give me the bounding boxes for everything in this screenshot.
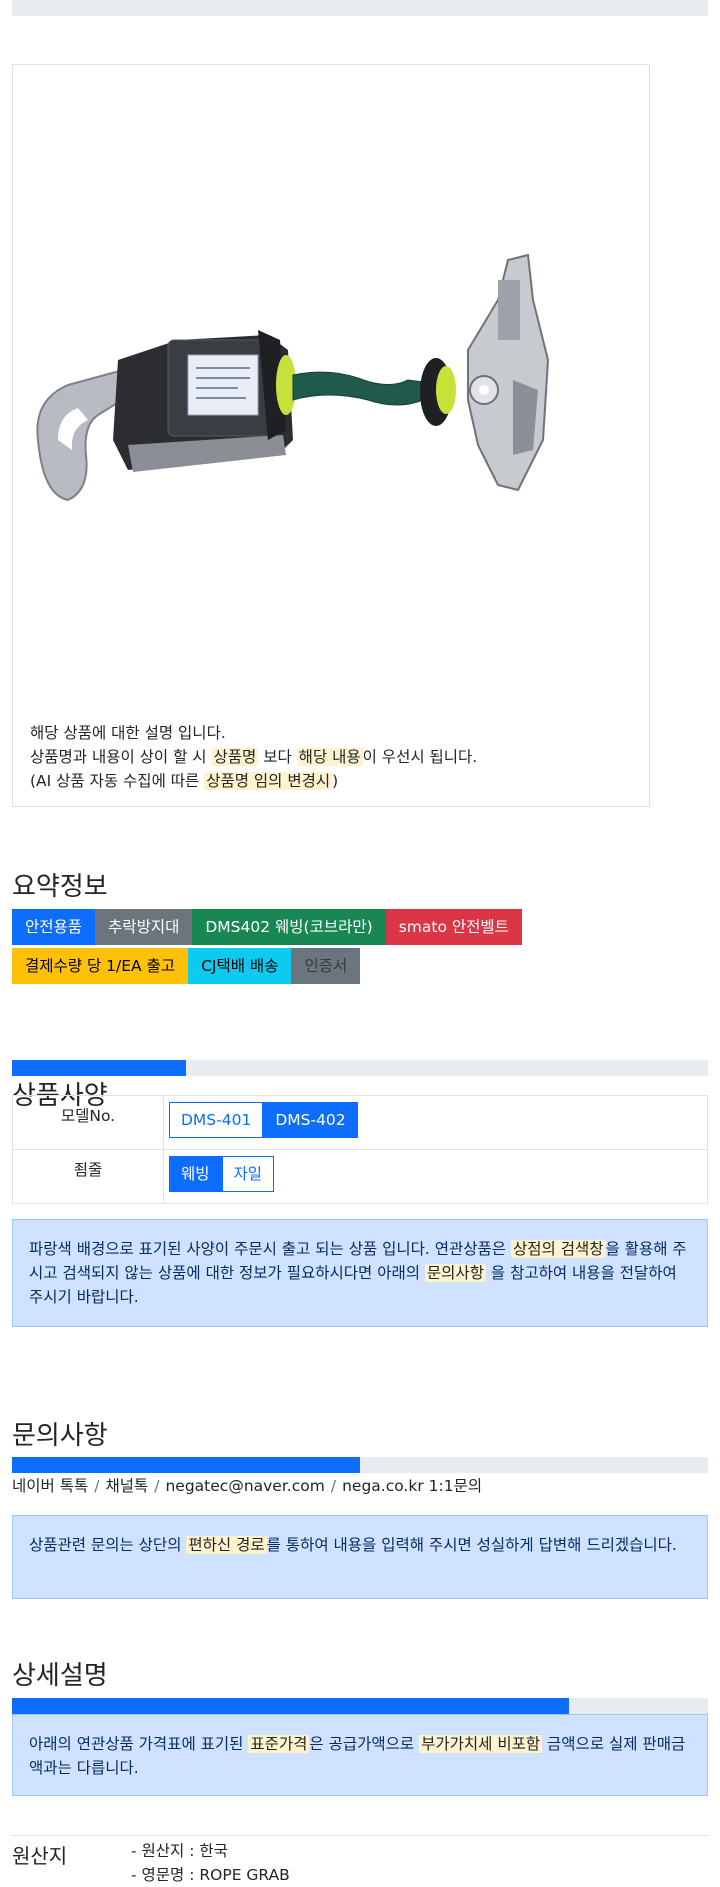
spec-table: 모델No. DMS-401 DMS-402 죔줄 웨빙 자일 — [12, 1095, 708, 1204]
detail-title: 상세설명 — [12, 1661, 108, 1691]
detail-progress-bar — [12, 1698, 708, 1714]
origin-english-name: - 영문명 : ROPE GRAB — [131, 1866, 290, 1884]
spec-progress-fill — [12, 1060, 186, 1076]
badge-model[interactable]: DMS402 웨빙(코브라만) — [192, 909, 386, 945]
option-webbing[interactable]: 웨빙 — [169, 1156, 222, 1192]
inquiry-progress-fill — [12, 1457, 360, 1473]
badge-category[interactable]: 안전용품 — [12, 909, 96, 945]
separator: / — [94, 1477, 100, 1495]
badge-brand[interactable]: smato 안전벨트 — [385, 909, 522, 945]
highlight-preferred-route: 편하신 경로 — [186, 1536, 267, 1554]
highlight-product-name: 상품명 — [211, 748, 259, 766]
highlight-inquiry: 문의사항 — [424, 1264, 486, 1282]
detail-progress-fill — [12, 1698, 569, 1714]
detail-notice: 아래의 연관상품 가격표에 표기된 표준가격 은 공급가액으로 부가가치세 비포함… — [12, 1714, 708, 1796]
inquiry-progress-bar — [12, 1457, 708, 1473]
badge-shipping-qty: 결제수량 당 1/EA 출고 — [12, 948, 189, 984]
summary-badges-row-1: 안전용품 추락방지대 DMS402 웨빙(코브라만) smato 안전벨트 — [12, 909, 522, 945]
separator: / — [154, 1477, 160, 1495]
highlight-content: 해당 내용 — [296, 748, 363, 766]
link-naver-talk[interactable]: 네이버 톡톡 — [12, 1477, 88, 1495]
summary-badges-row-2: 결제수량 당 1/EA 출고 CJ택배 배송 인증서 — [12, 948, 361, 984]
origin-section: 원산지 - 원산지 : 한국 - 영문명 : ROPE GRAB — [12, 1835, 708, 1884]
link-one-to-one[interactable]: nega.co.kr 1:1문의 — [342, 1477, 482, 1495]
product-photo — [36, 253, 550, 502]
inquiry-notice: 상품관련 문의는 상단의 편하신 경로 를 통하여 내용을 입력해 주시면 성실하… — [12, 1515, 708, 1599]
badge-certificate[interactable]: 인증서 — [291, 948, 361, 984]
link-email[interactable]: negatec@naver.com — [165, 1477, 324, 1495]
spec-row-lanyard: 죔줄 웨빙 자일 — [12, 1149, 708, 1204]
inquiry-links: 네이버 톡톡 / 채널톡 / negatec@naver.com / nega.co.kr … — [12, 1474, 482, 1496]
option-rope[interactable]: 자일 — [221, 1156, 275, 1192]
origin-values: - 원산지 : 한국 - 영문명 : ROPE GRAB — [131, 1839, 290, 1887]
summary-title: 요약정보 — [12, 872, 108, 902]
origin-label: 원산지 — [12, 1844, 68, 1868]
description-line-2: 상품명과 내용이 상이 할 시 상품명 보다 해당 내용 이 우선시 됩니다. — [30, 748, 478, 766]
product-image-card: 해당 상품에 대한 설명 입니다. 상품명과 내용이 상이 할 시 상품명 보다… — [12, 64, 650, 807]
spec-progress-bar — [12, 1060, 708, 1076]
highlight-name-change: 상품명 임의 변경시 — [204, 772, 333, 790]
highlight-search-box: 상점의 검색창 — [511, 1240, 606, 1258]
badge-delivery: CJ택배 배송 — [188, 948, 292, 984]
inquiry-title: 문의사항 — [12, 1421, 108, 1451]
description-line-1: 해당 상품에 대한 설명 입니다. — [30, 724, 226, 742]
spec-header-lanyard: 죔줄 — [12, 1149, 164, 1204]
description-line-3: (AI 상품 자동 수집에 따른 상품명 임의 변경시) — [30, 772, 339, 790]
badge-subcategory[interactable]: 추락방지대 — [95, 909, 193, 945]
option-dms-402[interactable]: DMS-402 — [263, 1102, 358, 1138]
origin-country: - 원산지 : 한국 — [131, 1842, 228, 1860]
separator: / — [330, 1477, 337, 1495]
spec-row-model: 모델No. DMS-401 DMS-402 — [12, 1095, 708, 1150]
link-channel-talk[interactable]: 채널톡 — [105, 1477, 148, 1495]
spec-notice: 파랑색 배경으로 표기된 사양이 주문시 출고 되는 상품 입니다. 연관상품은… — [12, 1219, 708, 1327]
top-divider-bar — [12, 0, 708, 16]
product-description: 해당 상품에 대한 설명 입니다. 상품명과 내용이 상이 할 시 상품명 보다… — [30, 721, 477, 793]
option-dms-401[interactable]: DMS-401 — [169, 1102, 264, 1138]
highlight-standard-price: 표준가격 — [248, 1735, 310, 1753]
spec-header-model: 모델No. — [12, 1095, 164, 1150]
highlight-vat-excluded: 부가가치세 비포함 — [419, 1735, 543, 1753]
